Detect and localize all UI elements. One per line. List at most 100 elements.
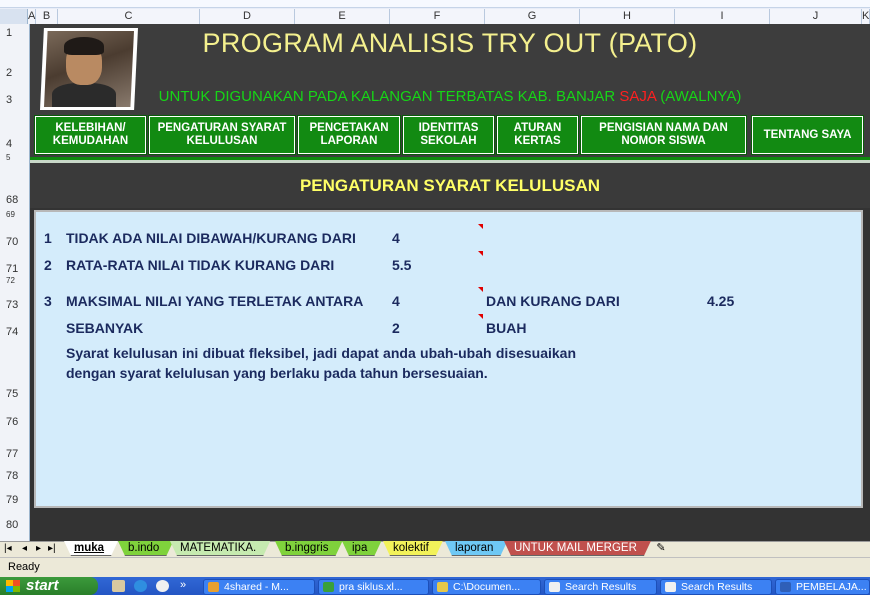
taskbar-item-5[interactable]: PEMBELAJA...: [775, 579, 870, 595]
row-header-5[interactable]: 5: [0, 152, 29, 164]
rule-3b-label: SEBANYAK: [66, 320, 144, 336]
rule-2-value-cell[interactable]: 5.5: [392, 257, 411, 273]
column-header-k[interactable]: K: [862, 9, 870, 24]
row-header-69[interactable]: 69: [0, 209, 29, 221]
row-header-74[interactable]: 74: [0, 326, 29, 338]
column-header-b[interactable]: B: [36, 9, 58, 24]
nav-kelebihan-button[interactable]: KELEBIHAN/KEMUDAHAN: [34, 115, 147, 155]
taskbar-item-label: pra siklus.xl...: [339, 581, 403, 593]
nav-pengaturan-syarat-button[interactable]: PENGATURAN SYARAT KELULUSAN: [148, 115, 296, 155]
row-header-72[interactable]: 72: [0, 275, 29, 287]
row-header-79[interactable]: 79: [0, 494, 29, 506]
row-header-75[interactable]: 75: [0, 388, 29, 400]
nav-pengisian-nama-button[interactable]: PENGISIAN NAMA DAN NOMOR SISWA: [580, 115, 747, 155]
subtitle-text-b: (AWALNYA): [656, 88, 742, 105]
description-text: Syarat kelulusan ini dibuat fleksibel, j…: [66, 345, 576, 381]
subtitle-text-a: UNTUK DIGUNAKAN PADA KALANGAN TERBATAS K…: [158, 88, 620, 105]
rule-3-label: MAKSIMAL NILAI YANG TERLETAK ANTARA: [66, 293, 364, 309]
comment-marker-icon[interactable]: [478, 314, 483, 319]
row-header-77[interactable]: 77: [0, 448, 29, 460]
column-header-j[interactable]: J: [770, 9, 862, 24]
column-header-i[interactable]: I: [675, 9, 770, 24]
sheet-tab-1[interactable]: b.indo: [118, 541, 173, 556]
sheet-tab-5[interactable]: kolektif: [383, 541, 443, 556]
row-header-80[interactable]: 80: [0, 519, 29, 531]
row-header-3[interactable]: 3: [0, 94, 29, 106]
taskbar-item-label: C:\Documen...: [453, 581, 521, 593]
taskbar-app-icon: [665, 582, 676, 592]
quicklaunch-expand-icon[interactable]: »: [180, 579, 186, 591]
taskbar-item-3[interactable]: Search Results: [544, 579, 657, 595]
tab-last-icon[interactable]: ▸|: [48, 543, 56, 554]
nav-identitas-button[interactable]: IDENTITAS SEKOLAH: [402, 115, 495, 155]
rule-3-max-cell[interactable]: 4.25: [707, 293, 734, 309]
rule-3b-label-2: BUAH: [486, 320, 527, 336]
column-header-e[interactable]: E: [295, 9, 390, 24]
sheet-tab-3[interactable]: b.inggris: [275, 541, 342, 556]
row-header-73[interactable]: 73: [0, 299, 29, 311]
taskbar-item-1[interactable]: pra siklus.xl...: [318, 579, 429, 595]
insert-sheet-icon[interactable]: ✎: [650, 542, 672, 556]
nav-pencetakan-button[interactable]: PENCETAKAN LAPORAN: [297, 115, 401, 155]
taskbar-app-icon: [208, 582, 219, 592]
sheet-tab-2[interactable]: MATEMATIKA.: [170, 541, 270, 556]
row-header-71[interactable]: 71: [0, 263, 29, 275]
taskbar-item-label: Search Results: [565, 581, 637, 593]
taskbar-item-label: 4shared - M...: [224, 581, 289, 593]
rule-3-number: 3: [44, 293, 52, 309]
rule-2-number: 2: [44, 257, 52, 273]
taskbar-item-0[interactable]: 4shared - M...: [203, 579, 315, 595]
comment-marker-icon[interactable]: [478, 224, 483, 229]
comment-marker-icon[interactable]: [478, 287, 483, 292]
rule-3-label-2: DAN KURANG DARI: [486, 293, 620, 309]
column-header-h[interactable]: H: [580, 9, 675, 24]
sheet-tab-6[interactable]: laporan: [445, 541, 507, 556]
excel-window: ABCDEFGHIJK 1 2 3 4 5 68 69 70 71 72 73 74 75 76 77 78 7…: [0, 0, 870, 595]
row-header-70[interactable]: 70: [0, 236, 29, 248]
column-header-g[interactable]: G: [485, 9, 580, 24]
row-header-68[interactable]: 68: [0, 194, 29, 206]
media-icon[interactable]: [156, 580, 169, 592]
rule-3b-count-cell[interactable]: 2: [392, 320, 400, 336]
column-header-c[interactable]: C: [58, 9, 200, 24]
windows-logo-icon: [6, 580, 20, 592]
author-photo: [40, 28, 138, 110]
row-header-1[interactable]: 1: [0, 27, 29, 39]
nav-tentang-saya-button[interactable]: TENTANG SAYA: [751, 115, 864, 155]
rule-1-number: 1: [44, 230, 52, 246]
column-header-a[interactable]: A: [28, 9, 36, 24]
desktop-icon[interactable]: [112, 580, 125, 592]
status-bar: Ready: [0, 557, 870, 577]
formula-strip: [0, 0, 870, 8]
taskbar-item-2[interactable]: C:\Documen...: [432, 579, 541, 595]
app-subtitle: UNTUK DIGUNAKAN PADA KALANGAN TERBATAS K…: [130, 88, 770, 105]
sheet-tab-7[interactable]: UNTUK MAIL MERGER: [504, 541, 651, 556]
tab-next-icon[interactable]: ▸: [36, 543, 41, 554]
taskbar-app-icon: [549, 582, 560, 592]
rule-3-min-cell[interactable]: 4: [392, 293, 400, 309]
taskbar-item-label: Search Results: [681, 581, 753, 593]
ie-icon[interactable]: [134, 580, 147, 592]
section-title: PENGATURAN SYARAT KELULUSAN: [299, 176, 601, 195]
row-header-4[interactable]: 4: [0, 138, 29, 150]
taskbar-item-4[interactable]: Search Results: [660, 579, 772, 595]
column-header-f[interactable]: F: [390, 9, 485, 24]
select-all-corner[interactable]: [0, 9, 28, 24]
column-header-d[interactable]: D: [200, 9, 295, 24]
nav-aturan-kertas-button[interactable]: ATURAN KERTAS: [496, 115, 579, 155]
row-header-2[interactable]: 2: [0, 67, 29, 79]
tab-prev-icon[interactable]: ◂: [22, 543, 27, 554]
taskbar-app-icon: [437, 582, 448, 592]
app-title: PROGRAM ANALISIS TRY OUT (PATO): [202, 28, 698, 58]
status-text: Ready: [8, 561, 40, 573]
taskbar-app-icon: [323, 582, 334, 592]
taskbar-item-label: PEMBELAJA...: [796, 581, 867, 593]
rule-1-value-cell[interactable]: 4: [392, 230, 400, 246]
rule-2-label: RATA-RATA NILAI TIDAK KURANG DARI: [66, 257, 335, 273]
sheet-tab-0[interactable]: muka: [64, 541, 118, 556]
row-header-78[interactable]: 78: [0, 470, 29, 482]
comment-marker-icon[interactable]: [478, 251, 483, 256]
tab-first-icon[interactable]: |◂: [4, 543, 12, 554]
row-header-76[interactable]: 76: [0, 416, 29, 428]
subtitle-text-red: SAJA: [619, 88, 657, 105]
